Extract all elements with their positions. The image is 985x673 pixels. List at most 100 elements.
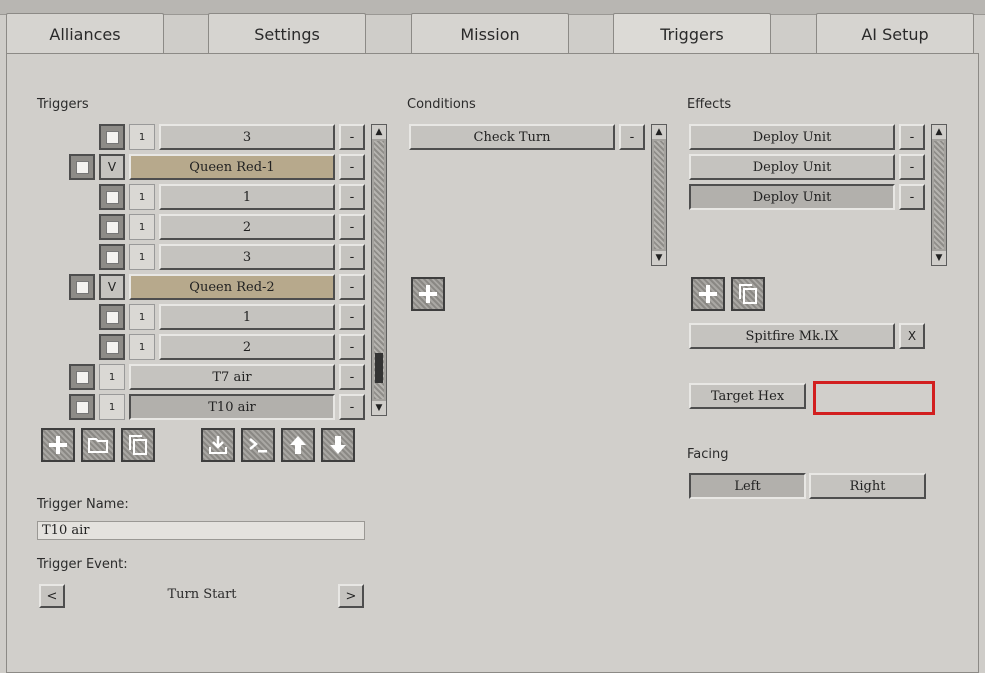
trigger-item[interactable]: T7 air: [129, 364, 335, 390]
move-down-button[interactable]: [321, 428, 355, 462]
import-button[interactable]: [201, 428, 235, 462]
add-icon: [699, 285, 717, 303]
condition-item[interactable]: Check Turn: [409, 124, 615, 150]
add-trigger-button[interactable]: [41, 428, 75, 462]
trigger-count: 1: [129, 334, 155, 360]
scroll-down-icon[interactable]: ▼: [652, 251, 666, 265]
add-icon: [419, 285, 437, 303]
triggers-heading: Triggers: [37, 97, 89, 112]
effects-heading: Effects: [687, 97, 732, 112]
terminal-icon: [249, 438, 267, 453]
trigger-item[interactable]: 3: [159, 244, 335, 270]
tab-triggers[interactable]: Triggers: [613, 13, 771, 55]
scroll-down-icon[interactable]: ▼: [372, 401, 386, 415]
trigger-group-toggle[interactable]: V: [99, 154, 125, 180]
facing-label: Facing: [687, 447, 729, 462]
copy-effect-button[interactable]: [731, 277, 765, 311]
trigger-checkbox[interactable]: [99, 184, 125, 210]
effect-item[interactable]: Deploy Unit: [689, 124, 895, 150]
move-down-icon: [330, 436, 346, 454]
trigger-item[interactable]: T10 air: [129, 394, 335, 420]
trigger-checkbox[interactable]: [69, 394, 95, 420]
add-effect-button[interactable]: [691, 277, 725, 311]
trigger-item[interactable]: 1: [159, 304, 335, 330]
trigger-checkbox[interactable]: [69, 364, 95, 390]
clear-unit-button[interactable]: X: [899, 323, 925, 349]
trigger-checkbox[interactable]: [99, 214, 125, 240]
trigger-checkbox[interactable]: [99, 304, 125, 330]
trigger-event-value: Turn Start: [167, 587, 237, 602]
remove-condition-button[interactable]: -: [619, 124, 645, 150]
trigger-name-label: Trigger Name:: [37, 497, 129, 512]
scroll-up-icon[interactable]: ▲: [652, 125, 666, 139]
conditions-scrollbar[interactable]: ▲ ▼: [651, 124, 667, 266]
folder-icon: [88, 438, 108, 453]
trigger-checkbox[interactable]: [99, 124, 125, 150]
scroll-up-icon[interactable]: ▲: [372, 125, 386, 139]
copy-trigger-button[interactable]: [121, 428, 155, 462]
remove-effect-button[interactable]: -: [899, 184, 925, 210]
tab-settings[interactable]: Settings: [208, 13, 366, 53]
trigger-count: 1: [99, 394, 125, 420]
facing-right-button[interactable]: Right: [809, 473, 926, 499]
trigger-list-scrollbar[interactable]: ▲ ▼: [371, 124, 387, 416]
add-condition-button[interactable]: [411, 277, 445, 311]
trigger-name-field[interactable]: T10 air: [37, 521, 365, 540]
scroll-track[interactable]: [654, 141, 664, 249]
conditions-heading: Conditions: [407, 97, 476, 112]
tab-mission[interactable]: Mission: [411, 13, 569, 53]
scroll-up-icon[interactable]: ▲: [932, 125, 946, 139]
target-hex-field[interactable]: [813, 381, 935, 415]
event-next-button[interactable]: >: [338, 584, 364, 608]
add-folder-button[interactable]: [81, 428, 115, 462]
trigger-group-item[interactable]: Queen Red-2: [129, 274, 335, 300]
remove-trigger-button[interactable]: -: [339, 244, 365, 270]
trigger-item[interactable]: 2: [159, 214, 335, 240]
trigger-item[interactable]: 2: [159, 334, 335, 360]
move-up-icon: [290, 436, 306, 454]
remove-trigger-button[interactable]: -: [339, 214, 365, 240]
remove-trigger-button[interactable]: -: [339, 274, 365, 300]
remove-trigger-button[interactable]: -: [339, 124, 365, 150]
copy-icon: [129, 435, 147, 455]
trigger-checkbox[interactable]: [99, 334, 125, 360]
unit-select-button[interactable]: Spitfire Mk.IX: [689, 323, 895, 349]
import-icon: [209, 436, 227, 454]
copy-icon: [739, 284, 757, 304]
remove-trigger-button[interactable]: -: [339, 364, 365, 390]
remove-trigger-button[interactable]: -: [339, 334, 365, 360]
event-prev-button[interactable]: <: [39, 584, 65, 608]
target-hex-button[interactable]: Target Hex: [689, 383, 806, 409]
tab-alliances[interactable]: Alliances: [6, 13, 164, 53]
remove-trigger-button[interactable]: -: [339, 154, 365, 180]
add-icon: [49, 436, 67, 454]
effect-item-selected[interactable]: Deploy Unit: [689, 184, 895, 210]
trigger-count: 1: [129, 244, 155, 270]
scroll-track[interactable]: [934, 141, 944, 249]
effect-item[interactable]: Deploy Unit: [689, 154, 895, 180]
effects-scrollbar[interactable]: ▲ ▼: [931, 124, 947, 266]
scroll-down-icon[interactable]: ▼: [932, 251, 946, 265]
trigger-event-label: Trigger Event:: [37, 557, 128, 572]
remove-effect-button[interactable]: -: [899, 124, 925, 150]
scroll-thumb[interactable]: [375, 353, 383, 383]
trigger-count: 1: [129, 124, 155, 150]
trigger-count: 1: [129, 304, 155, 330]
move-up-button[interactable]: [281, 428, 315, 462]
trigger-item[interactable]: 3: [159, 124, 335, 150]
trigger-count: 1: [129, 184, 155, 210]
trigger-item[interactable]: 1: [159, 184, 335, 210]
trigger-group-item[interactable]: Queen Red-1: [129, 154, 335, 180]
remove-trigger-button[interactable]: -: [339, 184, 365, 210]
trigger-checkbox[interactable]: [99, 244, 125, 270]
remove-effect-button[interactable]: -: [899, 154, 925, 180]
facing-left-button[interactable]: Left: [689, 473, 806, 499]
script-button[interactable]: [241, 428, 275, 462]
trigger-count: 1: [99, 364, 125, 390]
tab-ai-setup[interactable]: AI Setup: [816, 13, 974, 53]
trigger-checkbox[interactable]: [69, 274, 95, 300]
trigger-checkbox[interactable]: [69, 154, 95, 180]
remove-trigger-button[interactable]: -: [339, 304, 365, 330]
remove-trigger-button[interactable]: -: [339, 394, 365, 420]
trigger-group-toggle[interactable]: V: [99, 274, 125, 300]
